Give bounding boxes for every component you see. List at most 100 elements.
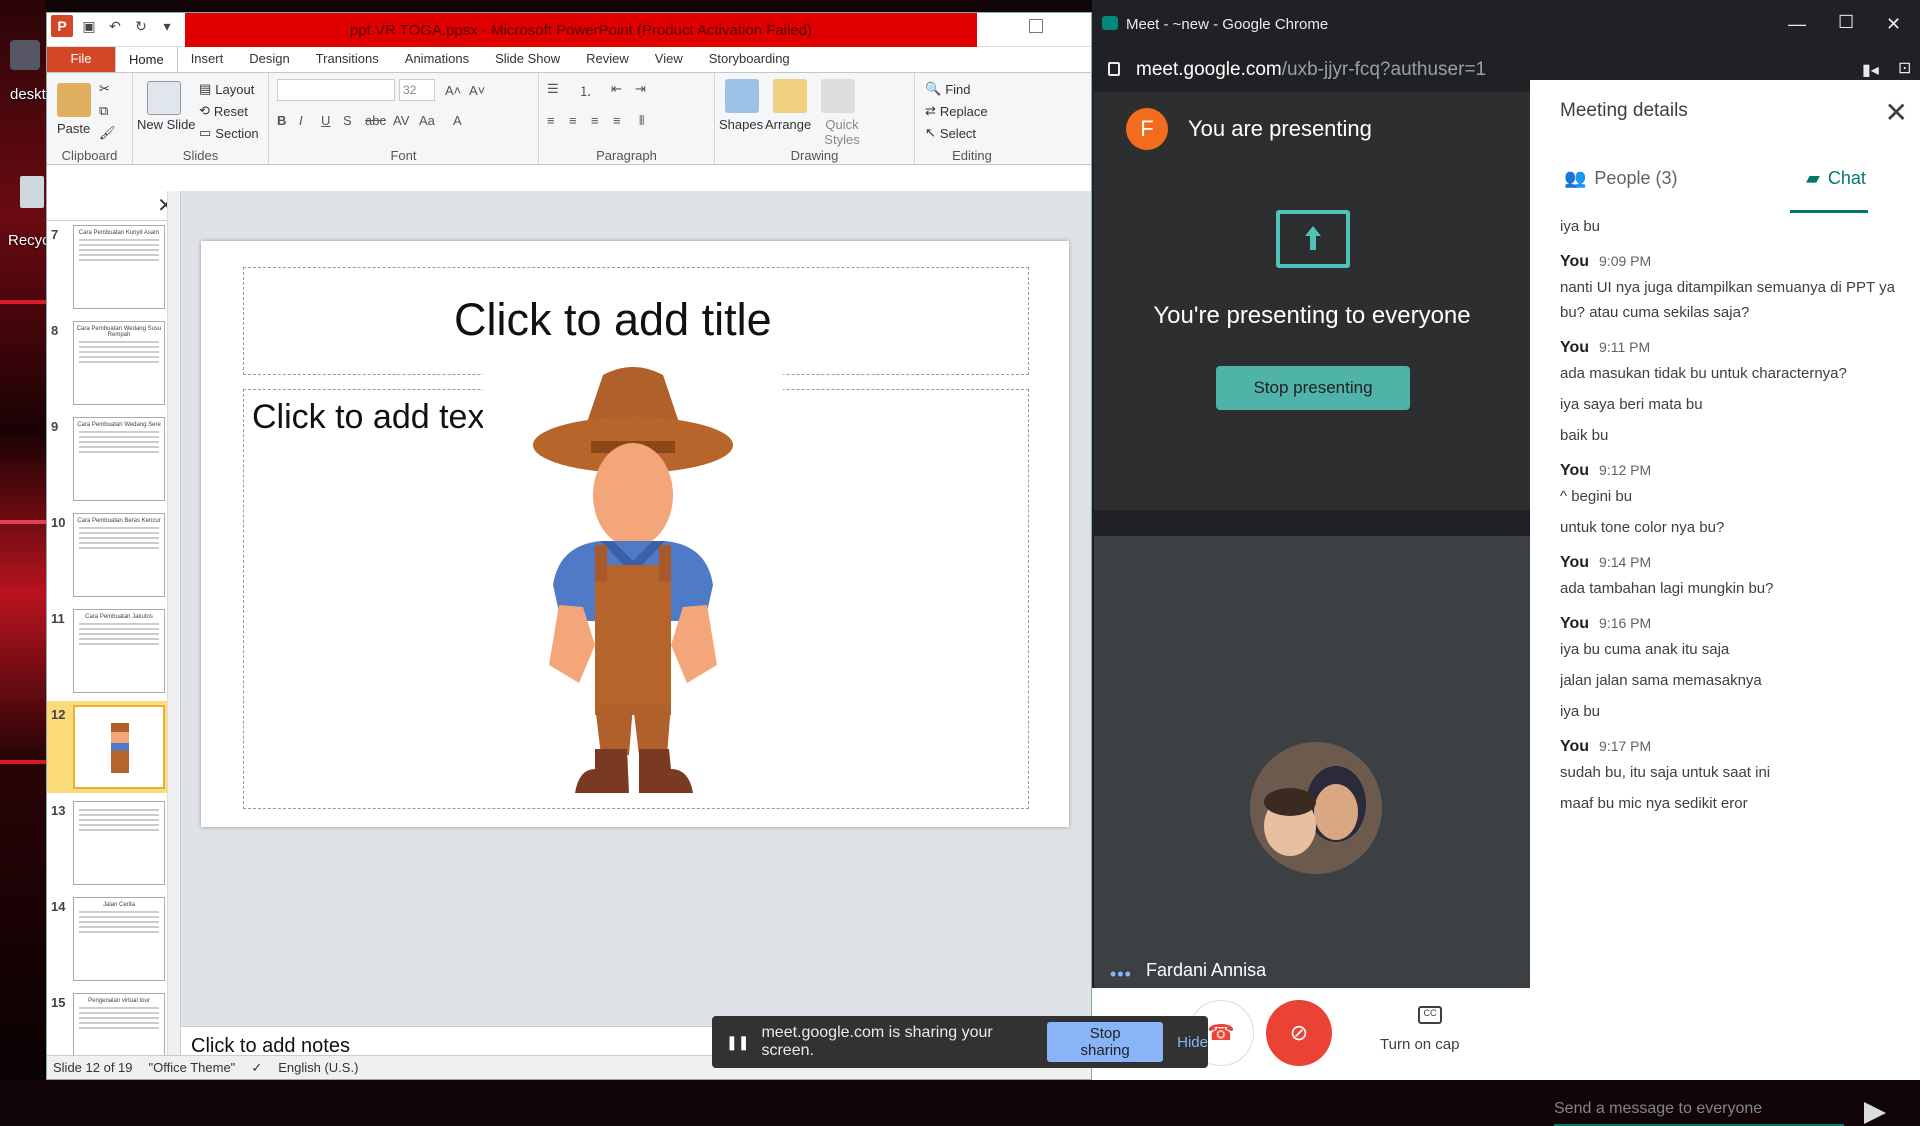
desktop-icon[interactable] [10,40,40,70]
powerpoint-logo-icon[interactable]: P [51,15,73,37]
cut-icon[interactable]: ✂ [99,81,110,97]
new-slide-icon[interactable] [147,81,181,115]
layout-button[interactable]: ▤ Layout [199,81,254,97]
char-spacing-icon[interactable]: AV [393,113,409,128]
arrange-button[interactable]: Arrange [765,117,811,132]
find-button[interactable]: 🔍 Find [925,81,970,97]
tab-insert[interactable]: Insert [178,46,237,72]
spellcheck-icon[interactable]: ✓ [251,1060,262,1076]
reset-button[interactable]: ⟲ Reset [199,103,248,119]
farmer-character-image[interactable] [483,345,783,799]
font-size-select[interactable]: 32 [399,79,435,101]
captions-label[interactable]: Turn on cap [1380,1036,1460,1053]
chat-input[interactable]: Send a message to everyone [1554,1100,1844,1126]
lock-icon[interactable] [1108,62,1120,76]
underline-icon[interactable]: U [321,113,330,128]
slide-thumbnail[interactable]: 8 Cara Pembuatan Wedang Susu Rempah [47,317,180,409]
tab-view[interactable]: View [642,46,696,72]
stop-presenting-button[interactable]: Stop presenting [1216,366,1410,410]
participant-tile[interactable]: ••• Fardani Annisa [1094,536,1530,992]
quick-styles-button[interactable]: Quick Styles [819,117,865,147]
increase-indent-icon[interactable]: ⇥ [635,81,646,97]
slide-thumbnail[interactable]: 14 Jalan Cerita [47,893,180,985]
send-icon[interactable] [1864,1102,1886,1124]
slide-preview-line [79,346,159,348]
slides-scrollbar[interactable] [167,191,180,1061]
paste-icon[interactable] [57,83,91,117]
translate-icon[interactable]: ⊡ [1898,58,1911,78]
bullets-icon[interactable]: ☰ [547,81,559,97]
close-window-icon[interactable]: ✕ [1886,14,1901,35]
slide-thumbnail[interactable]: 15 Pengenalan virtual tour [47,989,180,1061]
maximize-icon[interactable]: ☐ [1838,12,1854,33]
paste-button[interactable]: Paste [57,121,90,136]
tab-design[interactable]: Design [236,46,302,72]
redo-icon[interactable]: ↻ [131,15,151,37]
save-icon[interactable]: ▣ [79,15,99,37]
restore-icon[interactable] [1029,19,1043,33]
slide-preview-line [79,244,159,246]
slide-number: 12 [51,707,66,722]
customize-qat-icon[interactable]: ▾ [157,15,177,37]
italic-icon[interactable]: I [299,113,303,128]
stop-sharing-button[interactable]: Stop sharing [1047,1022,1164,1062]
justify-icon[interactable]: ≡ [613,113,621,128]
tab-animations[interactable]: Animations [392,46,482,72]
presenting-to-everyone-text: You're presenting to everyone [1153,302,1471,329]
align-center-icon[interactable]: ≡ [569,113,577,128]
section-button[interactable]: ▭ Section [199,125,259,141]
slide-thumbnail[interactable]: 10 Cara Pembuatan Beras Kencur [47,509,180,601]
shapes-icon[interactable] [725,79,759,113]
format-painter-icon[interactable]: 🖌 [99,125,116,141]
align-left-icon[interactable]: ≡ [547,113,555,128]
tab-transitions[interactable]: Transitions [303,46,392,72]
chat-message-header: You 9:11 PM [1560,339,1900,357]
tab-review[interactable]: Review [573,46,642,72]
new-slide-button[interactable]: New Slide [137,117,197,132]
slide-canvas[interactable]: Click to add title Click to add tex [201,241,1069,827]
slide-thumbnail[interactable]: 12 [47,701,180,793]
tab-file[interactable]: File [47,46,115,72]
change-case-icon[interactable]: Aa [419,113,435,128]
arrange-icon[interactable] [773,79,807,113]
slide-thumbnail[interactable]: 11 Cara Pembuatan Jakutos [47,605,180,697]
font-color-icon[interactable]: A [453,113,462,128]
close-icon[interactable]: ✕ [1885,96,1908,129]
shadow-icon[interactable]: S [343,113,352,128]
recycle-bin-icon[interactable] [20,176,44,208]
more-options-icon[interactable]: ••• [1110,964,1132,985]
grow-font-icon[interactable]: A˄ [445,83,461,98]
chat-message-list[interactable]: iya bu You 9:09 PM nanti UI nya juga ditamp… [1560,214,1900,1014]
hide-button[interactable]: Hide [1177,1034,1208,1051]
shrink-font-icon[interactable]: A˅ [469,83,485,98]
shapes-button[interactable]: Shapes [719,117,763,132]
minimize-icon[interactable]: — [1788,14,1806,35]
language-status[interactable]: English (U.S.) [278,1060,358,1075]
slide-thumbnail[interactable]: 13 [47,797,180,889]
tab-storyboarding[interactable]: Storyboarding [696,46,803,72]
numbering-icon[interactable]: ⒈ [579,81,592,100]
tab-people[interactable]: 👥 People (3) [1564,168,1677,189]
replace-button[interactable]: ⇄ Replace [925,103,988,119]
columns-icon[interactable]: ⫴ [639,113,644,129]
captions-icon[interactable]: CC [1418,1006,1442,1024]
font-family-select[interactable] [277,79,395,101]
bold-icon[interactable]: B [277,113,286,128]
undo-icon[interactable]: ↶ [105,15,125,37]
slide-thumbnail[interactable]: 9 Cara Pembuatan Wedang Sere [47,413,180,505]
tab-chat[interactable]: ▰ Chat [1806,168,1866,189]
camera-off-button[interactable]: ⊘ [1266,1000,1332,1066]
quick-styles-icon[interactable] [821,79,855,113]
strikethrough-icon[interactable]: abc [365,113,386,128]
chat-message-text: maaf bu mic nya sedikit eror [1560,795,1748,812]
activation-banner: ppt VR TOGA.ppsx - Microsoft PowerPoint … [185,13,977,47]
align-right-icon[interactable]: ≡ [591,113,599,128]
slide-thumbnail[interactable]: 7 Cara Pembuatan Kunyit Asam [47,221,180,313]
url-text[interactable]: meet.google.com/uxb-jjyr-fcq?authuser=1 [1136,59,1486,81]
decrease-indent-icon[interactable]: ⇤ [611,81,622,97]
camera-icon[interactable]: ▮◂ [1862,60,1879,80]
tab-slide-show[interactable]: Slide Show [482,46,573,72]
copy-icon[interactable]: ⧉ [99,103,108,119]
tab-home[interactable]: Home [115,46,178,72]
select-button[interactable]: ↖ Select [925,125,976,141]
